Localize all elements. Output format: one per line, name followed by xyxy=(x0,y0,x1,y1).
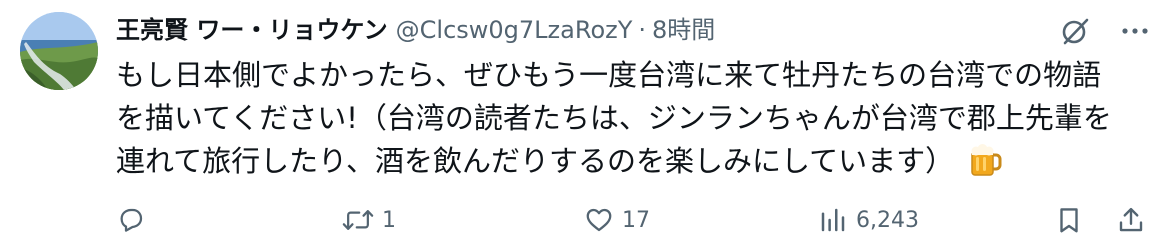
share-button[interactable] xyxy=(1116,198,1146,242)
bookmark-icon xyxy=(1060,208,1078,233)
tweet-text-container: もし日本側でよかったら、ぜひもう一度台湾に来て牡丹たちの台湾での物語 を描いてく… xyxy=(116,54,1156,183)
reply-button[interactable] xyxy=(116,198,154,242)
view-count: 6,243 xyxy=(856,207,919,233)
more-icon xyxy=(1122,28,1148,34)
more-button[interactable] xyxy=(1118,14,1152,48)
like-button[interactable]: 17 xyxy=(584,198,650,242)
reply-icon xyxy=(120,208,143,232)
tweet-header: 王亮賢 ワー・リョウケン @Clcsw0g7LzaRozY · 8時間 xyxy=(116,12,715,48)
header-separator: · xyxy=(638,16,647,44)
author-handle[interactable]: @Clcsw0g7LzaRozY xyxy=(396,12,633,48)
views-button[interactable]: 6,243 xyxy=(818,198,919,242)
repost-button[interactable]: 1 xyxy=(342,198,396,242)
grok-button[interactable] xyxy=(1058,14,1092,48)
tweet[interactable]: 王亮賢 ワー・リョウケン @Clcsw0g7LzaRozY · 8時間 もし日本… xyxy=(0,0,1176,252)
heart-icon xyxy=(586,208,612,232)
views-icon xyxy=(821,208,845,232)
repost-icon xyxy=(342,210,374,230)
grok-icon xyxy=(1062,18,1089,45)
bookmark-button[interactable] xyxy=(1054,198,1084,242)
avatar-image xyxy=(20,12,98,90)
beer-mug-icon xyxy=(968,143,1002,177)
tweet-text: もし日本側でよかったら、ぜひもう一度台湾に来て牡丹たちの台湾での物語 を描いてく… xyxy=(116,58,1112,178)
avatar[interactable] xyxy=(20,12,98,90)
repost-count: 1 xyxy=(382,207,396,233)
tweet-timestamp[interactable]: 8時間 xyxy=(652,12,715,48)
author-display-name[interactable]: 王亮賢 ワー・リョウケン xyxy=(116,12,388,48)
action-bar: 1 17 6,243 xyxy=(116,198,1156,242)
share-icon xyxy=(1119,207,1143,232)
like-count: 17 xyxy=(622,207,650,233)
